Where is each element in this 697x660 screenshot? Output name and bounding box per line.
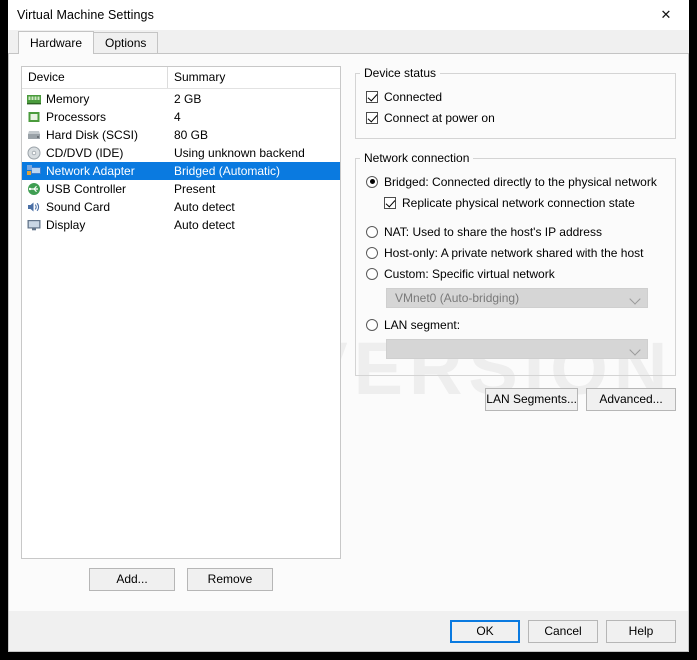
device-name: Display bbox=[46, 218, 86, 232]
radio-icon bbox=[366, 318, 378, 331]
replicate-label: Replicate physical network connection st… bbox=[402, 195, 635, 210]
tab-hardware[interactable]: Hardware bbox=[18, 31, 95, 54]
radio-lan-segment[interactable]: LAN segment: bbox=[366, 314, 665, 335]
radio-lan-segment-label: LAN segment: bbox=[384, 317, 461, 332]
radio-bridged-label: Bridged: Connected directly to the physi… bbox=[384, 174, 657, 189]
radio-icon bbox=[366, 267, 378, 280]
connected-checkbox[interactable]: Connected bbox=[366, 86, 665, 107]
network-actions: LAN Segments... Advanced... bbox=[355, 388, 676, 411]
advanced-button[interactable]: Advanced... bbox=[586, 388, 676, 411]
table-row[interactable]: Processors 4 bbox=[22, 108, 340, 126]
radio-icon bbox=[366, 246, 378, 259]
screen: Virtual Machine Settings ✕ Hardware Opti… bbox=[0, 0, 697, 660]
device-list-rows: Memory 2 GB Processors 4 Hard Disk (SCSI… bbox=[22, 89, 340, 558]
radio-bridged[interactable]: Bridged: Connected directly to the physi… bbox=[366, 171, 665, 192]
device-status-group: Device status Connected Connect at power… bbox=[355, 66, 676, 139]
display-icon bbox=[27, 220, 41, 231]
connected-label: Connected bbox=[384, 89, 443, 104]
table-row[interactable]: Hard Disk (SCSI) 80 GB bbox=[22, 126, 340, 144]
table-row[interactable]: Network Adapter Bridged (Automatic) bbox=[22, 162, 340, 180]
sound-card-icon bbox=[28, 202, 40, 212]
connect-at-power-on-label: Connect at power on bbox=[384, 110, 495, 125]
network-connection-group: Network connection Bridged: Connected di… bbox=[355, 151, 676, 376]
radio-host-only-label: Host-only: A private network shared with… bbox=[384, 245, 644, 260]
tab-options-label: Options bbox=[105, 36, 147, 50]
settings-pane: Device status Connected Connect at power… bbox=[341, 66, 676, 599]
checkbox-icon bbox=[366, 111, 378, 124]
replicate-physical-state-checkbox[interactable]: Replicate physical network connection st… bbox=[384, 192, 665, 213]
checkbox-icon bbox=[384, 196, 396, 209]
radio-icon bbox=[366, 175, 378, 188]
close-icon[interactable]: ✕ bbox=[643, 0, 689, 30]
add-button[interactable]: Add... bbox=[89, 567, 175, 591]
device-actions: Add... Remove bbox=[21, 559, 341, 599]
column-header-summary: Summary bbox=[174, 70, 226, 84]
remove-button[interactable]: Remove bbox=[187, 567, 273, 591]
vm-settings-dialog: Virtual Machine Settings ✕ Hardware Opti… bbox=[8, 0, 689, 652]
tab-options[interactable]: Options bbox=[93, 32, 159, 54]
table-row[interactable]: Memory 2 GB bbox=[22, 90, 340, 108]
ok-button[interactable]: OK bbox=[450, 619, 520, 643]
device-summary: Using unknown backend bbox=[174, 146, 305, 160]
device-name: USB Controller bbox=[46, 182, 127, 196]
device-name: Network Adapter bbox=[46, 164, 135, 178]
cancel-button[interactable]: Cancel bbox=[528, 619, 598, 643]
device-name: Hard Disk (SCSI) bbox=[46, 128, 139, 142]
device-name: Sound Card bbox=[46, 200, 111, 214]
custom-network-value: VMnet0 (Auto-bridging) bbox=[395, 291, 520, 305]
device-list[interactable]: Device Summary Memory 2 GB Processors 4 … bbox=[21, 66, 341, 559]
table-row[interactable]: USB Controller Present bbox=[22, 180, 340, 198]
network-adapter-icon bbox=[27, 165, 41, 175]
device-summary: Bridged (Automatic) bbox=[174, 164, 281, 178]
hardware-pane: Device Summary Memory 2 GB Processors 4 … bbox=[21, 66, 341, 599]
usb-controller-icon bbox=[28, 183, 40, 195]
tab-hardware-label: Hardware bbox=[30, 36, 83, 50]
hard-disk-icon bbox=[28, 131, 40, 139]
device-summary: Auto detect bbox=[174, 200, 235, 214]
column-header-device: Device bbox=[22, 67, 168, 88]
connect-at-power-on-checkbox[interactable]: Connect at power on bbox=[366, 107, 665, 128]
device-list-header: Device Summary bbox=[22, 67, 340, 89]
radio-nat[interactable]: NAT: Used to share the host's IP address bbox=[366, 221, 665, 242]
chevron-down-icon bbox=[629, 344, 641, 356]
radio-host-only[interactable]: Host-only: A private network shared with… bbox=[366, 242, 665, 263]
table-row[interactable]: Sound Card Auto detect bbox=[22, 198, 340, 216]
radio-nat-label: NAT: Used to share the host's IP address bbox=[384, 224, 602, 239]
title-bar: Virtual Machine Settings ✕ bbox=[8, 0, 689, 30]
table-row[interactable]: Display Auto detect bbox=[22, 216, 340, 234]
cd-dvd-icon bbox=[27, 146, 41, 160]
device-name: Memory bbox=[46, 92, 90, 106]
radio-custom-label: Custom: Specific virtual network bbox=[384, 266, 555, 281]
memory-icon bbox=[27, 95, 41, 105]
network-connection-legend: Network connection bbox=[364, 151, 470, 165]
table-row[interactable]: CD/DVD (IDE) Using unknown backend bbox=[22, 144, 340, 162]
page-title: Virtual Machine Settings bbox=[17, 8, 154, 22]
checkbox-icon bbox=[366, 90, 378, 103]
tab-strip: Hardware Options bbox=[8, 30, 689, 54]
device-summary: 80 GB bbox=[174, 128, 209, 142]
custom-network-select[interactable]: VMnet0 (Auto-bridging) bbox=[386, 288, 648, 308]
device-summary: 2 GB bbox=[174, 92, 202, 106]
lan-segment-select[interactable] bbox=[386, 339, 648, 359]
device-summary: 4 bbox=[174, 110, 181, 124]
help-button[interactable]: Help bbox=[606, 619, 676, 643]
lan-segments-button[interactable]: LAN Segments... bbox=[485, 388, 578, 411]
dialog-footer: OK Cancel Help bbox=[8, 611, 689, 652]
dialog-content: DEMO VERSION Device Summary Memory 2 GB … bbox=[8, 53, 689, 611]
radio-custom[interactable]: Custom: Specific virtual network bbox=[366, 263, 665, 284]
chevron-down-icon bbox=[629, 293, 641, 305]
device-name: CD/DVD (IDE) bbox=[46, 146, 124, 160]
device-summary: Auto detect bbox=[174, 218, 235, 232]
device-status-legend: Device status bbox=[364, 66, 437, 80]
processor-icon bbox=[28, 112, 40, 122]
device-name: Processors bbox=[46, 110, 107, 124]
radio-icon bbox=[366, 225, 378, 238]
device-summary: Present bbox=[174, 182, 216, 196]
